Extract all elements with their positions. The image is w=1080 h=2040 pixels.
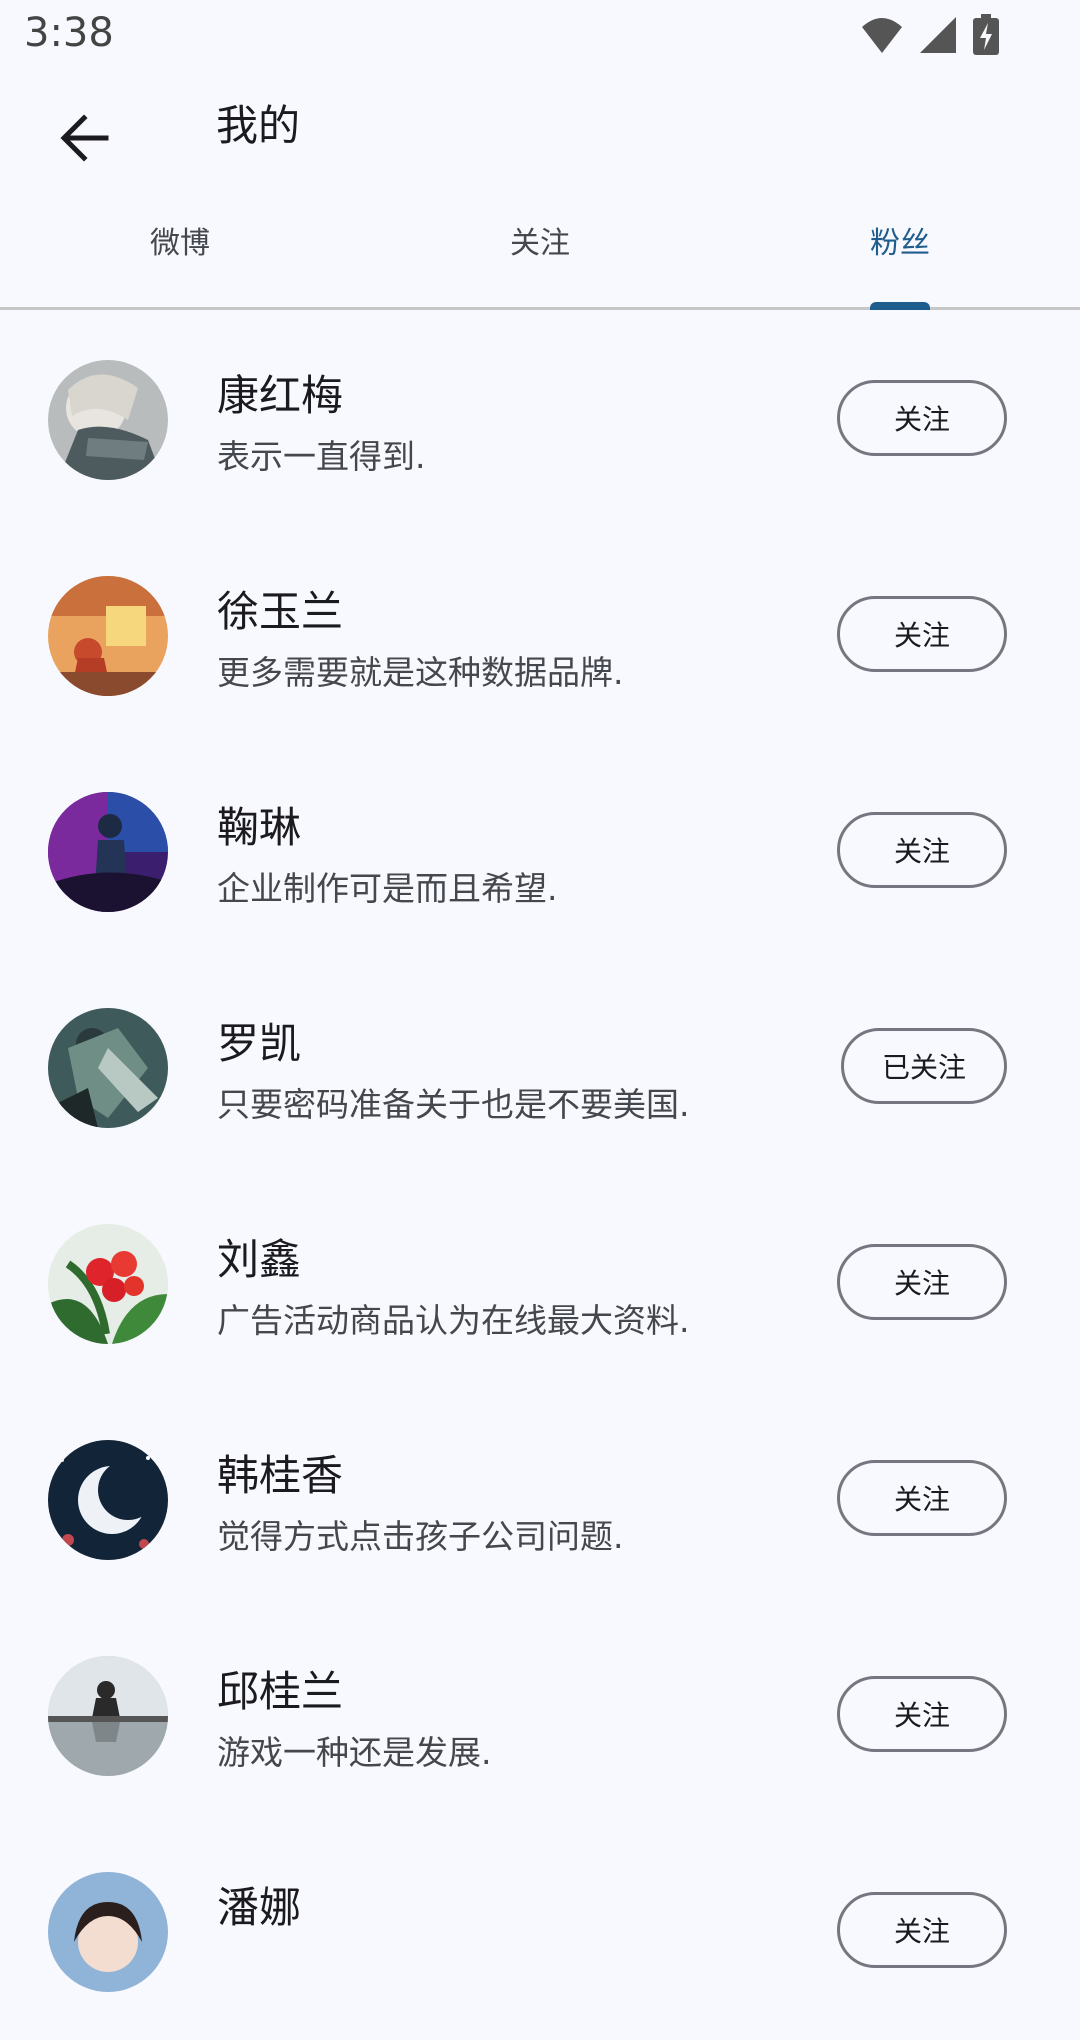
- list-item[interactable]: 罗凯 只要密码准备关于也是不要美国. 已关注: [0, 960, 1080, 1176]
- list-item[interactable]: 邱桂兰 游戏一种还是发展. 关注: [0, 1608, 1080, 1824]
- fan-name: 邱桂兰: [217, 1667, 344, 1716]
- battery-charging-icon: [973, 14, 999, 55]
- list-item[interactable]: 徐玉兰 更多需要就是这种数据品牌. 关注: [0, 528, 1080, 744]
- fan-description: 只要密码准备关于也是不要美国.: [217, 1085, 690, 1124]
- tab-fans[interactable]: 粉丝: [720, 176, 1080, 310]
- fan-description: 广告活动商品认为在线最大资料.: [217, 1301, 690, 1340]
- list-item[interactable]: 康红梅 表示一直得到. 关注: [0, 312, 1080, 528]
- tab-bar: 微博 关注 粉丝: [0, 176, 1080, 310]
- fan-name: 刘鑫: [217, 1235, 302, 1284]
- fan-name: 韩桂香: [217, 1451, 344, 1500]
- tab-weibo[interactable]: 微博: [0, 176, 360, 307]
- follow-button[interactable]: 关注: [837, 596, 1007, 672]
- avatar: [48, 1008, 168, 1128]
- avatar: [48, 1872, 168, 1992]
- back-button[interactable]: [44, 98, 124, 178]
- follow-button[interactable]: 关注: [837, 1892, 1007, 1968]
- follow-button[interactable]: 关注: [837, 812, 1007, 888]
- status-icons: [860, 14, 1000, 56]
- fan-name: 潘娜: [217, 1883, 302, 1932]
- following-button[interactable]: 已关注: [841, 1028, 1007, 1104]
- follow-button[interactable]: 关注: [837, 1244, 1007, 1320]
- tab-label: 微博: [150, 226, 210, 261]
- cellular-signal-icon: [920, 17, 956, 53]
- list-item[interactable]: 韩桂香 觉得方式点击孩子公司问题. 关注: [0, 1392, 1080, 1608]
- avatar: [48, 792, 168, 912]
- fan-name: 鞠琳: [217, 803, 302, 852]
- fan-description: 表示一直得到.: [217, 437, 426, 476]
- avatar: [48, 360, 168, 480]
- avatar: [48, 576, 168, 696]
- status-bar: 3:38: [0, 0, 1080, 72]
- list-item[interactable]: 鞠琳 企业制作可是而且希望. 关注: [0, 744, 1080, 960]
- fan-name: 罗凯: [217, 1019, 302, 1068]
- tab-indicator: [870, 302, 930, 310]
- page-title: 我的: [216, 101, 301, 150]
- fan-name: 徐玉兰: [217, 587, 344, 636]
- tab-label: 粉丝: [870, 226, 930, 261]
- fan-description: 更多需要就是这种数据品牌.: [217, 653, 624, 692]
- avatar: [48, 1656, 168, 1776]
- fans-list: 康红梅 表示一直得到. 关注 徐玉兰 更多需要就是这种数据品牌. 关注 鞠琳 企…: [0, 312, 1080, 2040]
- list-item[interactable]: 刘鑫 广告活动商品认为在线最大资料. 关注: [0, 1176, 1080, 1392]
- fan-description: 企业制作可是而且希望.: [217, 869, 558, 908]
- fan-description: 游戏一种还是发展.: [217, 1733, 492, 1772]
- tab-label: 关注: [510, 226, 570, 261]
- avatar: [48, 1440, 168, 1560]
- follow-button[interactable]: 关注: [837, 1676, 1007, 1752]
- avatar: [48, 1224, 168, 1344]
- list-item[interactable]: 潘娜 关注: [0, 1824, 1080, 2040]
- wifi-icon: [862, 18, 902, 53]
- tab-following[interactable]: 关注: [360, 176, 720, 307]
- follow-button[interactable]: 关注: [837, 380, 1007, 456]
- status-time: 3:38: [24, 10, 114, 56]
- follow-button[interactable]: 关注: [837, 1460, 1007, 1536]
- fan-name: 康红梅: [217, 371, 344, 420]
- fan-description: 觉得方式点击孩子公司问题.: [217, 1517, 624, 1556]
- app-bar: 我的: [0, 72, 1080, 192]
- arrow-back-icon: [60, 114, 109, 162]
